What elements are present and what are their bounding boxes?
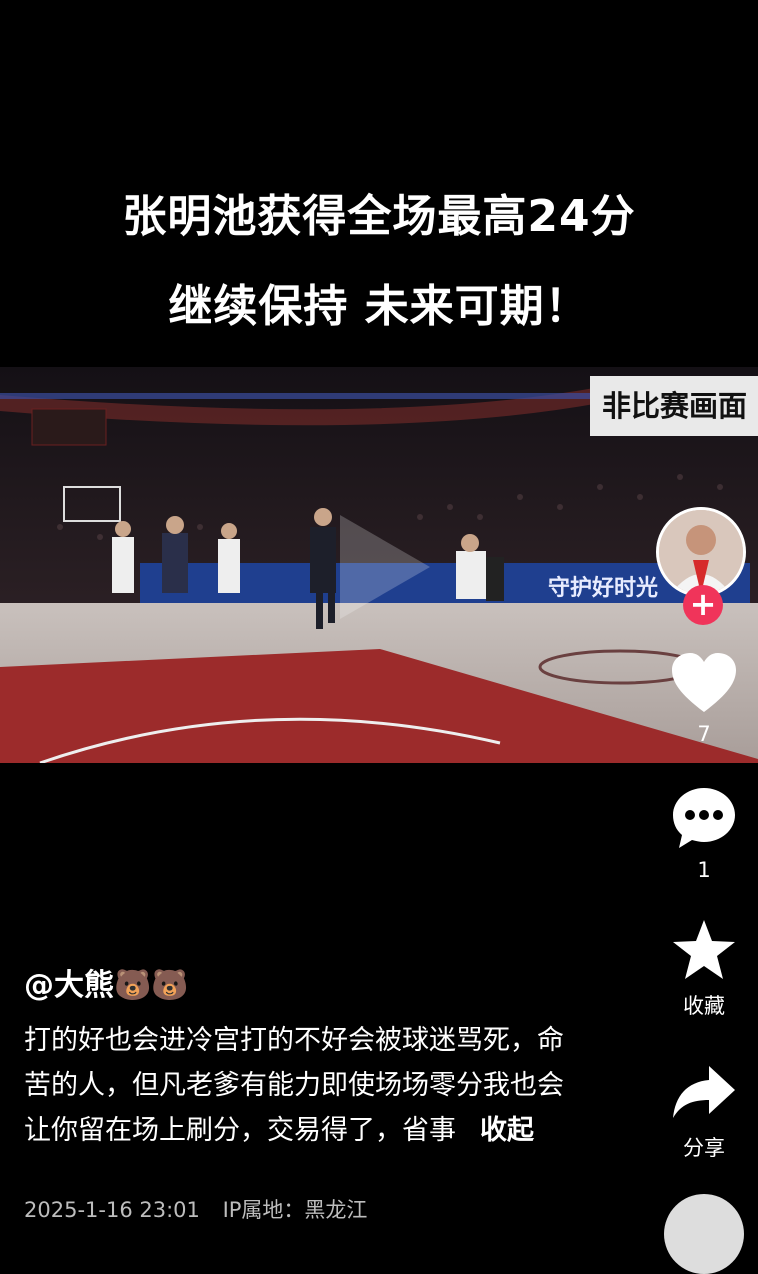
headline-line-2: 继续保持 未来可期！ — [168, 281, 590, 332]
author-handle[interactable]: @大熊🐻🐻 — [24, 960, 189, 1004]
like-count: 7 — [697, 722, 711, 746]
creator-avatar[interactable] — [656, 507, 746, 597]
share-action[interactable]: 分享 — [662, 1060, 746, 1162]
music-disc-icon[interactable] — [664, 1194, 744, 1274]
follow-button[interactable]: + — [683, 585, 723, 625]
post-description: 打的好也会进冷宫打的不好会被球迷骂死，命苦的人，但凡老爹有能力即使场场零分我也会… — [24, 1018, 564, 1153]
headline-line-1: 张明池获得全场最高24分 — [122, 191, 636, 242]
comment-count: 1 — [697, 858, 711, 882]
ip-location: IP属地：黑龙江 — [222, 1198, 368, 1222]
star-icon — [673, 920, 735, 979]
post-date: 2025-1-16 23:01 — [24, 1198, 200, 1222]
comment-action[interactable]: 1 — [662, 786, 746, 882]
creator-avatar-group: + — [656, 507, 750, 627]
courtside-banner-text: 守护好时光 — [548, 575, 658, 601]
collapse-button[interactable]: 收起 — [480, 1115, 534, 1146]
favorite-action[interactable]: 收藏 — [662, 918, 746, 1020]
share-arrow-icon — [673, 1066, 735, 1118]
heart-icon — [672, 653, 736, 712]
post-meta: 2025-1-16 23:01 IP属地：黑龙江 — [24, 1194, 383, 1224]
comment-icon — [673, 788, 735, 848]
favorite-label: 收藏 — [683, 994, 725, 1018]
like-action[interactable]: 7 — [662, 652, 746, 746]
non-game-footage-watermark: 非比赛画面 — [590, 376, 758, 436]
share-label: 分享 — [683, 1136, 725, 1160]
